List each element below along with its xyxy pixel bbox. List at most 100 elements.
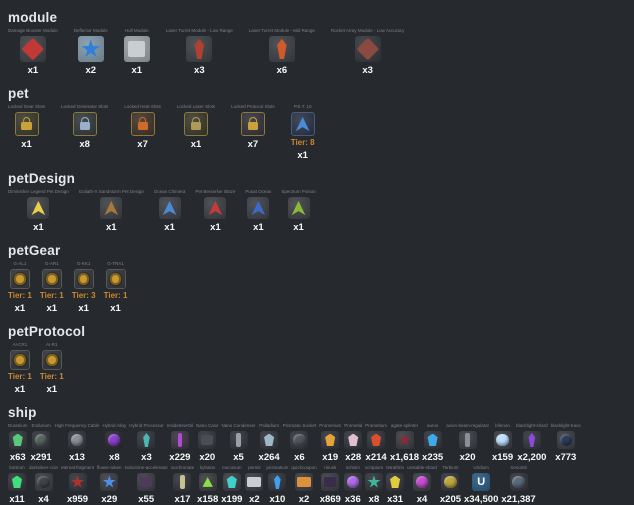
inventory-item[interactable]: axion-beam-regulatorx20 [446, 423, 489, 463]
inventory-item[interactable]: Duraniumx63 [8, 423, 28, 463]
inventory-item[interactable]: Locked Generator Slotsx8 [61, 104, 108, 150]
inventory-item[interactable]: kyhalosx158 [197, 465, 218, 505]
item-label: blacklight-trace [551, 423, 581, 429]
item-icon [173, 473, 191, 491]
inventory-item[interactable]: flower-tokenx29 [97, 465, 122, 505]
inventory-item[interactable]: Nano Casex20 [196, 423, 219, 463]
section-module: moduleDamage Booster Modulex1Deflector M… [8, 10, 626, 76]
inventory-item[interactable]: Prismatic Socketx6 [283, 423, 317, 463]
inventory-item[interactable]: Hybrid Processorx3 [129, 423, 164, 463]
item-row: Damage Booster Modulex1 Deflector Modulex… [8, 28, 626, 76]
star-icon [81, 39, 100, 58]
inventory-item[interactable]: UridiumUx34,500 [464, 465, 498, 505]
inventory-item[interactable]: Locked Heat Slotsx7 [124, 104, 161, 150]
inventory-item[interactable]: Prometiumx214 [365, 423, 387, 463]
item-label: Uridium [473, 465, 489, 471]
item-label: G-AR1 [45, 261, 59, 267]
inventory-item[interactable]: Palladiumx264 [259, 423, 280, 463]
inventory-item[interactable]: AI-CR1Tier: 1x1 [8, 342, 32, 395]
inventory-item[interactable]: permitx2 [245, 465, 263, 505]
item-icon [321, 431, 339, 449]
inventory-item[interactable]: isochronatex17 [171, 465, 194, 505]
inventory-item[interactable]: Locked Protocol Slotsx7 [231, 104, 275, 150]
inventory-item[interactable]: Xenomitx21,387 [501, 465, 535, 505]
inventory-item[interactable]: G-KK1Tier: 3x1 [72, 261, 96, 314]
inventory-item[interactable]: agate-splinterx1,618 [390, 423, 419, 463]
inventory-item[interactable]: mucosumx199 [221, 465, 242, 505]
inventory-item[interactable]: AI-R1Tier: 1x1 [40, 342, 64, 395]
circle-icon [37, 476, 49, 488]
item-icon [230, 431, 248, 449]
inventory-item[interactable]: Locked Gear Slotsx1 [8, 104, 45, 150]
item-count: x8 [79, 139, 90, 150]
inventory-item[interactable]: darksilver-coinx4 [29, 465, 58, 505]
item-label: isochronate [171, 465, 194, 471]
inventory-item[interactable]: Goliath-X Sandstorm Pet Designx1 [79, 189, 144, 233]
inventory-item[interactable]: Damage Booster Modulex1 [8, 28, 58, 76]
item-label: rinusk [324, 465, 336, 471]
inventory-item[interactable]: Pet Berserker Blazex1 [195, 189, 235, 233]
item-icon [424, 431, 442, 449]
inventory-item[interactable]: Terbiumx205 [440, 465, 461, 505]
inventory-item[interactable]: rinuskx869 [320, 465, 341, 505]
inventory-item[interactable]: Hybrid Alloyx8 [102, 423, 126, 463]
inventory-item[interactable]: High Frequency Cablex13 [55, 423, 100, 463]
inventory-item[interactable]: tetrathrinx31 [386, 465, 404, 505]
item-icon [27, 197, 49, 219]
item-count: x36 [345, 494, 361, 505]
inventory-item[interactable]: unstable-shardx4 [407, 465, 437, 505]
inventory-item[interactable]: G-TRA1Tier: 1x1 [104, 261, 128, 314]
inventory-item[interactable]: quickcouponx2 [291, 465, 316, 505]
inventory-item[interactable]: prismatiumx10 [266, 465, 288, 505]
inventory-item[interactable]: Laser Turret Module - Low Rangex3 [166, 28, 233, 76]
item-count: x1 [15, 384, 26, 395]
inventory-item[interactable]: scrapiumx8 [365, 465, 383, 505]
item-icon [78, 36, 104, 62]
inventory-item[interactable]: schismx36 [344, 465, 362, 505]
inventory-item[interactable]: Hull Modulex1 [124, 28, 150, 76]
inventory-item[interactable]: bifenonx159 [492, 423, 513, 463]
inventory-item[interactable]: Promeriumx19 [319, 423, 341, 463]
orb-icon [293, 434, 305, 446]
item-label: Ocean Chimera [154, 189, 186, 195]
item-label: Promerium [319, 423, 341, 429]
crystal-icon [12, 434, 23, 447]
inventory-item[interactable]: Spectrum Poisonx1 [281, 189, 315, 233]
inventory-item[interactable]: Enduriumx291 [31, 423, 52, 463]
inventory-item[interactable]: Diminisher Legend Pet Designx1 [8, 189, 69, 233]
inventory-item[interactable]: eternal-fragmentx959 [61, 465, 94, 505]
inventory-item[interactable]: indoctrine-acceleratorx55 [125, 465, 168, 505]
inventory-item[interactable]: P.E.T. 10Tier: 8x1 [291, 104, 315, 161]
item-label: Hybrid Alloy [102, 423, 126, 429]
item-label: P.E.T. 10 [294, 104, 312, 110]
inventory-item[interactable]: aurusx235 [422, 423, 443, 463]
inventory-item[interactable]: Nano Condenserx5 [222, 423, 256, 463]
inventory-item[interactable]: G-AL1Tier: 1x1 [8, 261, 32, 314]
item-count: x20 [460, 452, 476, 463]
item-icon [68, 431, 86, 449]
inventory-item[interactable]: Deflector Modulex2 [74, 28, 108, 76]
item-icon [268, 473, 286, 491]
item-count: x1 [110, 303, 121, 314]
inventory-item[interactable]: blacklight-shardx2,200 [516, 423, 548, 463]
item-label: InsidetrineOil [167, 423, 193, 429]
inventory-item[interactable]: Laser Turret Module - Mid Rangex6 [249, 28, 315, 76]
inventory-item[interactable]: Prometidx28 [344, 423, 362, 463]
item-label: Rocket Array Module - Low Accuracy [331, 28, 405, 34]
inventory-item[interactable]: blacklight-tracex773 [551, 423, 581, 463]
inventory-item[interactable]: G-AR1Tier: 1x1 [40, 261, 64, 314]
item-label: scrapium [365, 465, 383, 471]
section-ship: shipDuraniumx63Enduriumx291High Frequenc… [8, 405, 626, 505]
inventory-item[interactable]: bottrumx11 [8, 465, 26, 505]
section-title-petProtocol: petProtocol [8, 324, 626, 339]
inventory-item[interactable]: Locked Laser Slotsx1 [177, 104, 215, 150]
inventory-item[interactable]: Pusat Oceanx1 [245, 189, 271, 233]
inventory-item[interactable]: Rocket Array Module - Low Accuracyx3 [331, 28, 405, 76]
inventory-item[interactable]: Ocean Chimerax1 [154, 189, 186, 233]
section-petGear: petGearG-AL1Tier: 1x1G-AR1Tier: 1x1G-KK1… [8, 243, 626, 314]
item-icon [290, 431, 308, 449]
inventory-item[interactable]: InsidetrineOilx229 [167, 423, 193, 463]
item-icon [131, 112, 155, 136]
item-count: x11 [9, 494, 24, 505]
item-label: unstable-shard [407, 465, 437, 471]
